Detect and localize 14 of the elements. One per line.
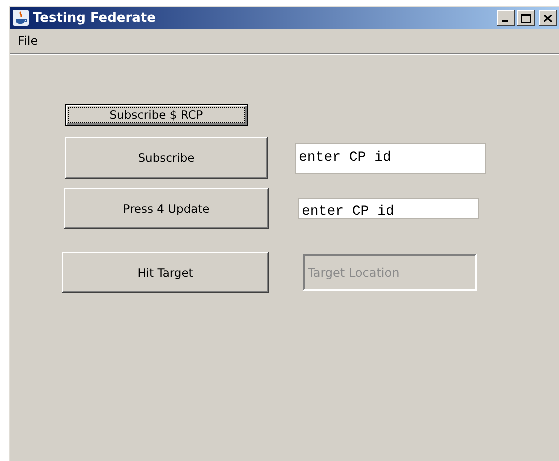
cp-id-field[interactable]: enter CP id: [298, 198, 479, 219]
action-button[interactable]: Hit Target: [62, 252, 269, 293]
maximize-button[interactable]: [517, 10, 535, 26]
coffee-cup-icon: [13, 10, 29, 26]
cp-id-field[interactable]: enter CP id: [295, 142, 486, 174]
close-button[interactable]: [539, 10, 557, 26]
maximize-icon: [521, 14, 531, 22]
action-button[interactable]: Subscribe: [65, 137, 268, 179]
action-button[interactable]: Press 4 Update: [64, 188, 269, 229]
close-icon: [544, 14, 552, 22]
menu-item[interactable]: File: [12, 32, 44, 50]
action-button[interactable]: Subscribe $ RCP: [65, 104, 248, 126]
window-title: Testing Federate: [33, 10, 157, 26]
minimize-button[interactable]: [497, 10, 515, 26]
